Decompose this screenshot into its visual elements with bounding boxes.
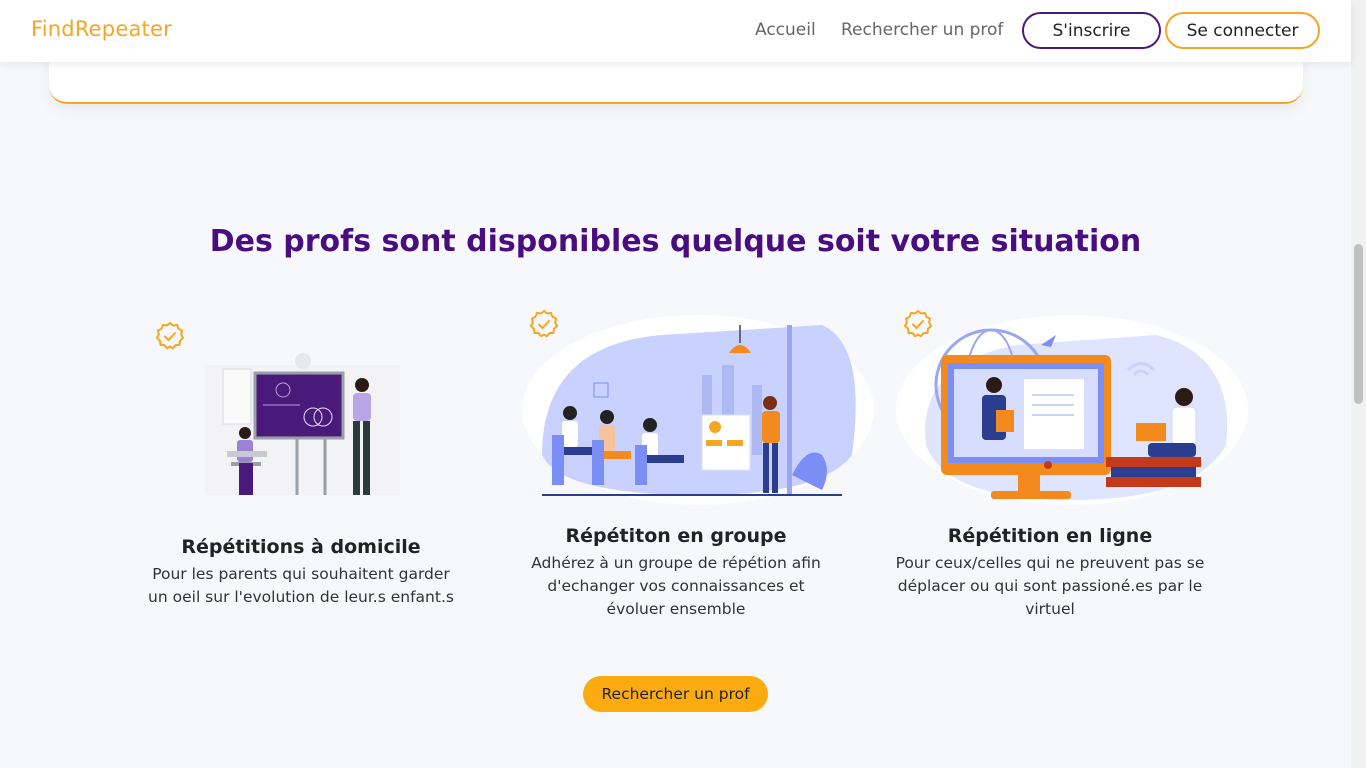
feature-home-description: Pour les parents qui souhaitent garder u… [148, 565, 454, 606]
brand-logo[interactable]: FindRepeater [31, 17, 172, 41]
feature-online-title: Répétition en ligne [947, 525, 1153, 547]
signup-button[interactable]: S'inscrire [1022, 12, 1161, 49]
feature-home-title: Répétitions à domicile [181, 536, 421, 558]
nav-accueil[interactable]: Accueil [755, 20, 816, 40]
scrollbar-thumb[interactable] [1354, 244, 1363, 404]
top-navbar: FindRepeater Accueil Rechercher un prof … [0, 0, 1351, 62]
home-tutoring-illustration [205, 353, 400, 495]
search-prof-button[interactable]: Rechercher un prof [583, 676, 768, 712]
feature-group-description: Adhérez à un groupe de répétion afin d'e… [531, 554, 821, 618]
feature-home: Répétitions à domicile Pour les parents … [140, 536, 462, 609]
section-title: Des profs sont disponibles quelque soit … [209, 224, 1142, 259]
check-badge-icon [155, 321, 185, 350]
group-tutoring-illustration [522, 315, 874, 505]
online-tutoring-illustration [896, 315, 1248, 505]
feature-group: Répétiton en groupe Adhérez à un groupe … [520, 525, 832, 621]
page-scrollbar[interactable] [1351, 0, 1366, 768]
login-button[interactable]: Se connecter [1165, 12, 1320, 49]
feature-online-description: Pour ceux/celles qui ne preuvent pas se … [895, 554, 1205, 618]
nav-rechercher-prof[interactable]: Rechercher un prof [841, 20, 1003, 40]
feature-group-title: Répétiton en groupe [565, 525, 787, 547]
feature-online: Répétition en ligne Pour ceux/celles qui… [894, 525, 1206, 621]
